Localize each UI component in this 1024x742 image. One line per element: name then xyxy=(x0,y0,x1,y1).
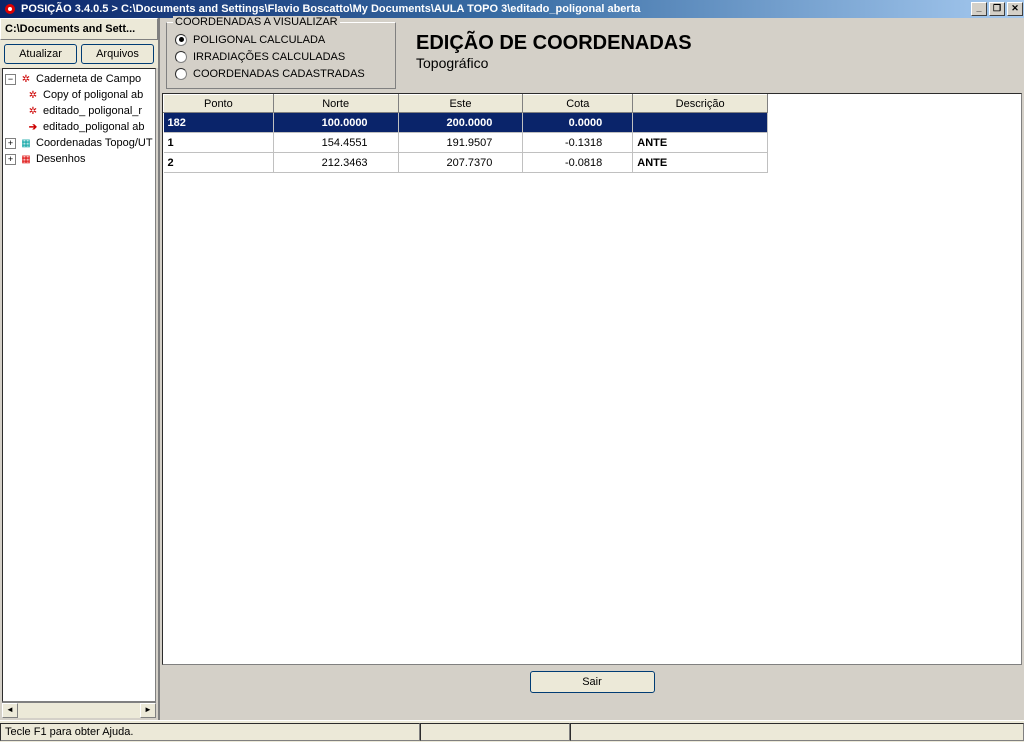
col-cota[interactable]: Cota xyxy=(523,95,633,113)
gears-icon: ✲ xyxy=(26,88,40,102)
radio-icon xyxy=(175,68,187,80)
grid-icon: ▦ xyxy=(19,136,33,150)
status-help-text: Tecle F1 para obter Ajuda. xyxy=(0,723,420,741)
cell-ponto[interactable]: 182 xyxy=(164,113,274,133)
statusbar: Tecle F1 para obter Ajuda. xyxy=(0,720,1024,742)
radio-irradiacoes-calculadas[interactable]: IRRADIAÇÕES CALCULADAS xyxy=(175,48,387,65)
cell-cota[interactable]: -0.1318 xyxy=(523,133,633,153)
status-cell-3 xyxy=(570,723,1024,741)
table-row[interactable]: 2212.3463207.7370-0.0818ANTE xyxy=(164,153,768,173)
scroll-right-icon[interactable]: ► xyxy=(140,703,156,718)
atualizar-button[interactable]: Atualizar xyxy=(4,44,77,64)
cell-norte[interactable]: 100.0000 xyxy=(273,113,398,133)
tree-item[interactable]: ✲ editado_ poligonal_r xyxy=(3,103,155,119)
col-este[interactable]: Este xyxy=(398,95,523,113)
coord-visualizar-group: COORDENADAS A VISUALIZAR POLIGONAL CALCU… xyxy=(166,22,396,89)
radio-icon xyxy=(175,34,187,46)
page-subtitle: Topográfico xyxy=(416,55,692,71)
cell-desc[interactable]: ANTE xyxy=(633,153,768,173)
cell-este[interactable]: 207.7370 xyxy=(398,153,523,173)
scroll-left-icon[interactable]: ◄ xyxy=(2,703,18,718)
cell-cota[interactable]: 0.0000 xyxy=(523,113,633,133)
tree-item-active[interactable]: ➔ editado_poligonal ab xyxy=(3,119,155,135)
expand-icon[interactable]: + xyxy=(5,154,16,165)
coordinates-table[interactable]: Ponto Norte Este Cota Descrição 182100.0… xyxy=(163,94,768,173)
gears-icon: ✲ xyxy=(19,72,33,86)
content-pane: COORDENADAS A VISUALIZAR POLIGONAL CALCU… xyxy=(160,18,1024,720)
scroll-track[interactable] xyxy=(18,703,140,718)
group-legend: COORDENADAS A VISUALIZAR xyxy=(173,16,340,28)
tree-root[interactable]: − ✲ Caderneta de Campo xyxy=(3,71,155,87)
tree-coordenadas[interactable]: + ▦ Coordenadas Topog/UT xyxy=(3,135,155,151)
close-button[interactable]: ✕ xyxy=(1007,2,1023,16)
radio-icon xyxy=(175,51,187,63)
tree-hscrollbar[interactable]: ◄ ► xyxy=(2,702,156,718)
window-title: POSIÇÃO 3.4.0.5 > C:\Documents and Setti… xyxy=(21,3,640,15)
coordinates-table-wrap: Ponto Norte Este Cota Descrição 182100.0… xyxy=(162,93,1022,665)
cell-norte[interactable]: 154.4551 xyxy=(273,133,398,153)
project-tree[interactable]: − ✲ Caderneta de Campo ✲ Copy of poligon… xyxy=(2,68,156,702)
page-title: EDIÇÃO DE COORDENADAS xyxy=(416,32,692,55)
window-controls: _ ❐ ✕ xyxy=(969,2,1023,16)
radio-poligonal-calculada[interactable]: POLIGONAL CALCULADA xyxy=(175,31,387,48)
drawing-icon: ▦ xyxy=(19,152,33,166)
col-norte[interactable]: Norte xyxy=(273,95,398,113)
radio-coordenadas-cadastradas[interactable]: COORDENADAS CADASTRADAS xyxy=(175,65,387,82)
cell-norte[interactable]: 212.3463 xyxy=(273,153,398,173)
cell-este[interactable]: 191.9507 xyxy=(398,133,523,153)
minimize-button[interactable]: _ xyxy=(971,2,987,16)
tree-item[interactable]: ✲ Copy of poligonal ab xyxy=(3,87,155,103)
col-ponto[interactable]: Ponto xyxy=(164,95,274,113)
app-icon xyxy=(3,2,17,16)
cell-desc[interactable]: ANTE xyxy=(633,133,768,153)
col-descricao[interactable]: Descrição xyxy=(633,95,768,113)
maximize-button[interactable]: ❐ xyxy=(989,2,1005,16)
titlebar: POSIÇÃO 3.4.0.5 > C:\Documents and Setti… xyxy=(0,0,1024,18)
cell-ponto[interactable]: 2 xyxy=(164,153,274,173)
sidebar: C:\Documents and Sett... Atualizar Arqui… xyxy=(0,18,160,720)
sair-button[interactable]: Sair xyxy=(530,671,655,693)
sidebar-path-label: C:\Documents and Sett... xyxy=(0,18,158,40)
tree-desenhos[interactable]: + ▦ Desenhos xyxy=(3,151,155,167)
table-row[interactable]: 182100.0000200.00000.0000 xyxy=(164,113,768,133)
cell-ponto[interactable]: 1 xyxy=(164,133,274,153)
arquivos-button[interactable]: Arquivos xyxy=(81,44,154,64)
expand-icon[interactable]: + xyxy=(5,138,16,149)
status-cell-2 xyxy=(420,723,570,741)
table-row[interactable]: 1154.4551191.9507-0.1318ANTE xyxy=(164,133,768,153)
cell-este[interactable]: 200.0000 xyxy=(398,113,523,133)
arrow-right-icon: ➔ xyxy=(26,120,40,134)
collapse-icon[interactable]: − xyxy=(5,74,16,85)
cell-cota[interactable]: -0.0818 xyxy=(523,153,633,173)
cell-desc[interactable] xyxy=(633,113,768,133)
gears-icon: ✲ xyxy=(26,104,40,118)
